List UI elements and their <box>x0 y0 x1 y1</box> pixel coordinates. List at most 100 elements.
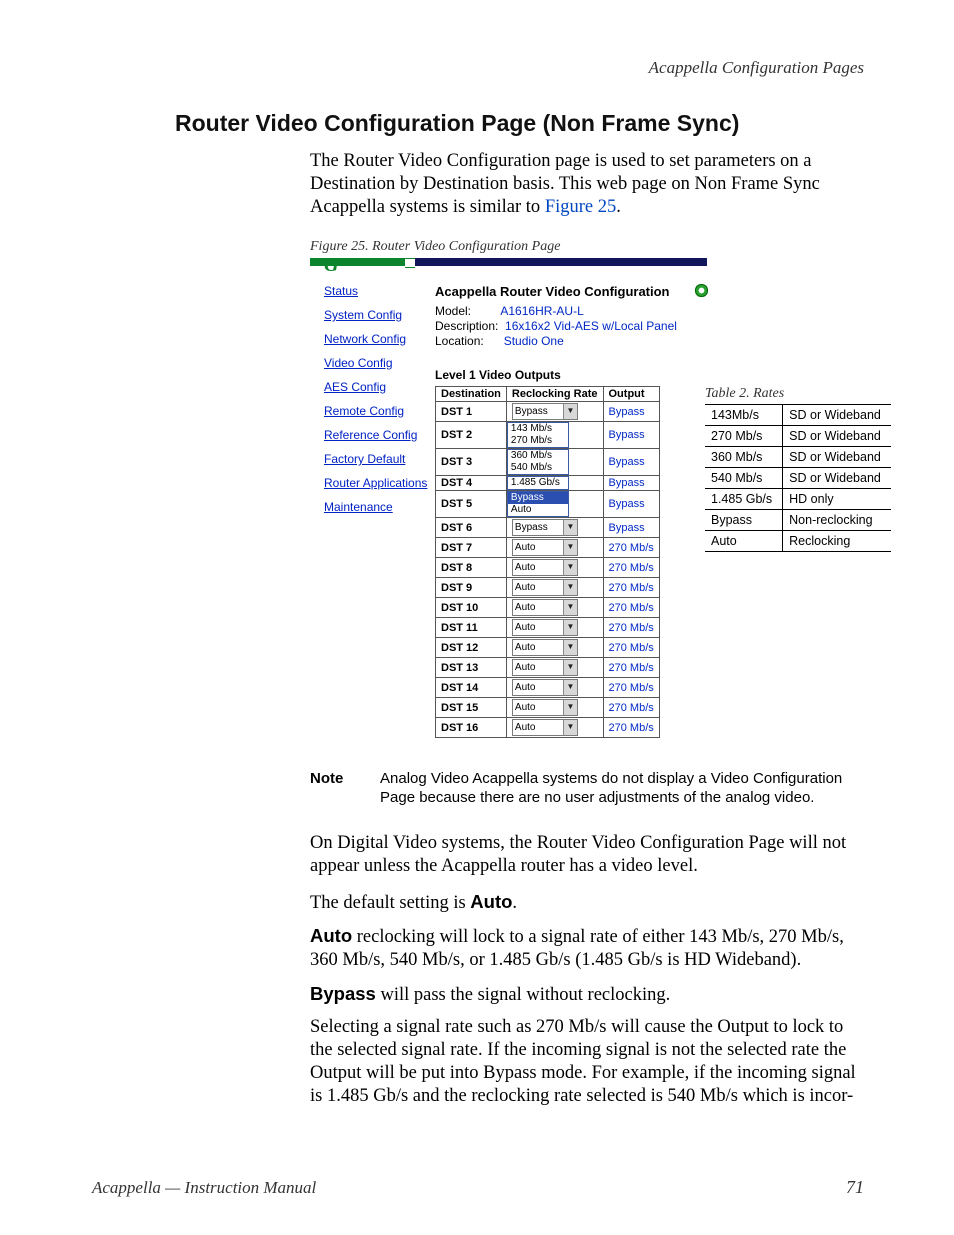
dropdown-option[interactable]: 270 Mb/s <box>508 435 568 447</box>
nav-reference-config[interactable]: Reference Config <box>324 428 444 442</box>
reclocking-rate-cell[interactable]: Bypass▼ <box>506 402 603 422</box>
rate-dropdown[interactable]: Bypass▼ <box>512 519 578 536</box>
chevron-down-icon[interactable]: ▼ <box>563 540 577 555</box>
figure-ref-link[interactable]: Figure 25 <box>545 197 616 217</box>
destination-cell: DST 15 <box>436 698 507 718</box>
rate-dropdown[interactable]: Auto▼ <box>512 619 578 636</box>
table-row: DST 13Auto▼270 Mb/s <box>436 658 660 678</box>
chevron-down-icon[interactable]: ▼ <box>563 720 577 735</box>
output-cell: Bypass <box>603 518 659 538</box>
chevron-down-icon[interactable]: ▼ <box>563 560 577 575</box>
output-cell: Bypass <box>603 422 659 449</box>
location-value: Studio One <box>504 334 564 348</box>
nav-router-applications[interactable]: Router Applications <box>324 476 444 490</box>
destination-cell: DST 7 <box>436 538 507 558</box>
footer-left: Acappella — Instruction Manual <box>92 1178 316 1198</box>
rate-dropdown[interactable]: Auto▼ <box>512 599 578 616</box>
nav-factory-default[interactable]: Factory Default <box>324 452 444 466</box>
rate-value: 1.485 Gb/s <box>705 489 783 510</box>
device-meta: Model: A1616HR-AU-L Description: 16x16x2… <box>435 304 677 349</box>
rate-dropdown-open[interactable]: BypassAuto <box>507 491 569 517</box>
p5-bypass: Bypass <box>310 983 376 1004</box>
output-cell: 270 Mb/s <box>603 618 659 638</box>
rates-row: BypassNon-reclocking <box>705 510 891 531</box>
chevron-down-icon[interactable]: ▼ <box>563 520 577 535</box>
destination-cell: DST 16 <box>436 718 507 738</box>
dropdown-option[interactable]: Auto <box>508 504 568 516</box>
chevron-down-icon[interactable]: ▼ <box>563 660 577 675</box>
rate-dropdown[interactable]: Auto▼ <box>512 559 578 576</box>
nav-aes-config[interactable]: AES Config <box>324 380 444 394</box>
dropdown-option[interactable]: 540 Mb/s <box>508 462 568 474</box>
rate-dropdown[interactable]: Auto▼ <box>512 539 578 556</box>
reclocking-rate-cell[interactable]: Auto▼ <box>506 558 603 578</box>
rate-dropdown[interactable]: Bypass▼ <box>512 403 578 420</box>
rate-dropdown[interactable]: Auto▼ <box>512 679 578 696</box>
rate-dropdown[interactable]: Auto▼ <box>512 719 578 736</box>
nav-status[interactable]: Status <box>324 284 444 298</box>
table-row: DST 6 Bypass▼ Bypass <box>436 518 660 538</box>
output-cell: Bypass <box>603 491 659 518</box>
nav-maintenance[interactable]: Maintenance <box>324 500 444 514</box>
reclocking-rate-cell[interactable]: Auto▼ <box>506 638 603 658</box>
output-cell: 270 Mb/s <box>603 538 659 558</box>
rate-dropdown-open[interactable]: 360 Mb/s540 Mb/s <box>507 449 569 475</box>
rate-value: 270 Mb/s <box>705 426 783 447</box>
chevron-down-icon[interactable]: ▼ <box>563 600 577 615</box>
rates-row: 270 Mb/sSD or Wideband <box>705 426 891 447</box>
chevron-down-icon[interactable]: ▼ <box>563 404 577 419</box>
reclocking-rate-cell[interactable]: BypassAuto <box>506 491 603 518</box>
reclocking-rate-cell[interactable]: Auto▼ <box>506 658 603 678</box>
destination-cell: DST 6 <box>436 518 507 538</box>
note-label: Note <box>310 770 343 787</box>
p5-text: will pass the signal without reclocking. <box>376 985 670 1005</box>
reclocking-rate-cell[interactable]: Auto▼ <box>506 538 603 558</box>
rates-table-caption: Table 2. Rates <box>705 386 784 402</box>
p3-auto: Auto <box>470 891 512 912</box>
paragraph-auto: Auto reclocking will lock to a signal ra… <box>310 924 865 972</box>
table-row: DST 14Auto▼270 Mb/s <box>436 678 660 698</box>
table-row: DST 5BypassAutoBypass <box>436 491 660 518</box>
dropdown-option[interactable]: 360 Mb/s <box>508 450 568 462</box>
table-row: DST 41.485 Gb/sBypass <box>436 476 660 491</box>
rate-dropdown-open[interactable]: 1.485 Gb/s <box>507 476 569 490</box>
table-row: DST 9Auto▼270 Mb/s <box>436 578 660 598</box>
reclocking-rate-cell[interactable]: 360 Mb/s540 Mb/s <box>506 449 603 476</box>
col-destination: Destination <box>436 387 507 402</box>
rate-dropdown[interactable]: Auto▼ <box>512 579 578 596</box>
nav-video-config[interactable]: Video Config <box>324 356 444 370</box>
table-row: DST 16Auto▼270 Mb/s <box>436 718 660 738</box>
nav-system-config[interactable]: System Config <box>324 308 444 322</box>
reclocking-rate-cell[interactable]: 1.485 Gb/s <box>506 476 603 491</box>
rate-description: Non-reclocking <box>783 510 891 531</box>
reclocking-rate-cell[interactable]: Auto▼ <box>506 578 603 598</box>
nav-remote-config[interactable]: Remote Config <box>324 404 444 418</box>
destination-cell: DST 10 <box>436 598 507 618</box>
rate-dropdown[interactable]: Auto▼ <box>512 699 578 716</box>
rate-dropdown[interactable]: Auto▼ <box>512 639 578 656</box>
reclocking-rate-cell[interactable]: 143 Mb/s270 Mb/s <box>506 422 603 449</box>
reclocking-rate-cell[interactable]: Auto▼ <box>506 678 603 698</box>
reclocking-rate-cell[interactable]: Auto▼ <box>506 618 603 638</box>
chevron-down-icon[interactable]: ▼ <box>563 640 577 655</box>
reclocking-rate-cell[interactable]: Auto▼ <box>506 598 603 618</box>
screenshot-panel: G Status System Config Network Config Vi… <box>310 258 707 748</box>
destination-cell: DST 2 <box>436 422 507 449</box>
nav-network-config[interactable]: Network Config <box>324 332 444 346</box>
dropdown-option[interactable]: Bypass <box>508 492 568 504</box>
refresh-icon[interactable] <box>695 284 708 297</box>
reclocking-rate-cell[interactable]: Bypass▼ <box>506 518 603 538</box>
intro-paragraph: The Router Video Configuration page is u… <box>310 150 865 219</box>
chevron-down-icon[interactable]: ▼ <box>563 580 577 595</box>
reclocking-rate-cell[interactable]: Auto▼ <box>506 718 603 738</box>
dropdown-option[interactable]: 143 Mb/s <box>508 423 568 435</box>
rate-dropdown-open[interactable]: 143 Mb/s270 Mb/s <box>507 422 569 448</box>
model-value: A1616HR-AU-L <box>500 304 583 318</box>
rate-dropdown[interactable]: Auto▼ <box>512 659 578 676</box>
chevron-down-icon[interactable]: ▼ <box>563 680 577 695</box>
reclocking-rate-cell[interactable]: Auto▼ <box>506 698 603 718</box>
rate-description: SD or Wideband <box>783 405 891 426</box>
dropdown-option[interactable]: 1.485 Gb/s <box>508 477 568 489</box>
chevron-down-icon[interactable]: ▼ <box>563 620 577 635</box>
chevron-down-icon[interactable]: ▼ <box>563 700 577 715</box>
